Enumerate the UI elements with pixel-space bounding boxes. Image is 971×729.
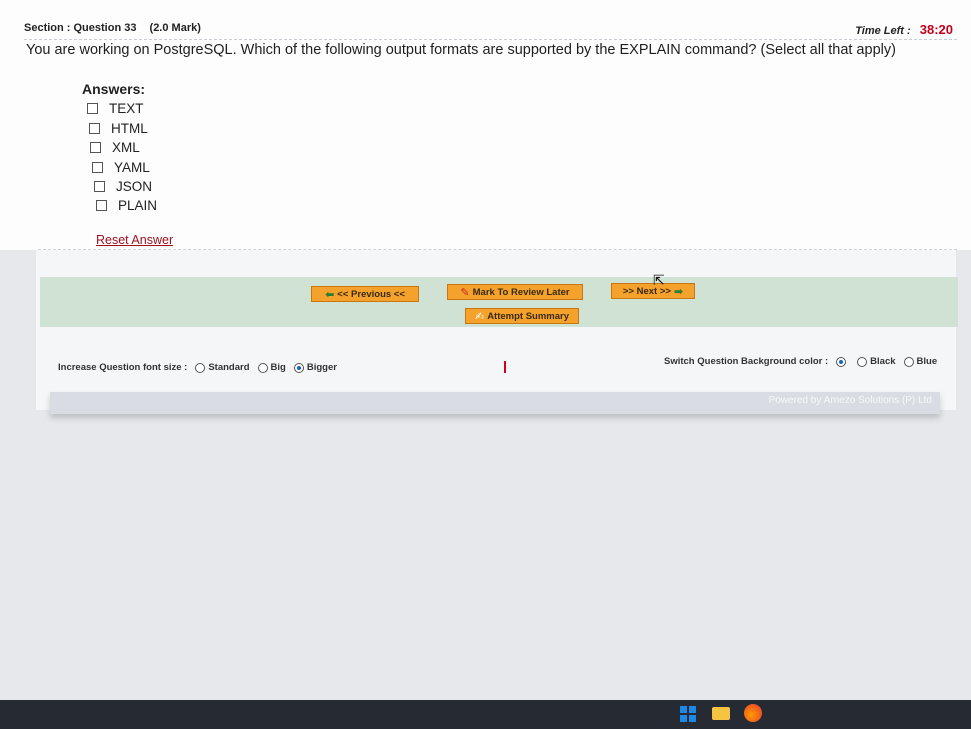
font-option-label: Standard — [208, 362, 250, 373]
bg-option-label: Blue — [916, 356, 938, 367]
file-explorer-icon[interactable] — [712, 707, 730, 720]
radio-standard[interactable] — [195, 362, 206, 373]
answer-option-json[interactable]: JSON — [94, 179, 152, 194]
radio-bigger[interactable] — [293, 362, 304, 373]
answer-label: PLAIN — [118, 198, 158, 213]
checkbox[interactable] — [89, 123, 100, 134]
document-icon: ✍ — [474, 310, 485, 323]
previous-button[interactable]: ⬅ << Previous << — [311, 286, 419, 302]
font-size-switcher: Increase Question font size : Standard B… — [58, 362, 337, 373]
attempt-summary-button[interactable]: ✍ Attempt Summary — [465, 308, 579, 324]
checkbox[interactable] — [90, 142, 101, 153]
arrow-left-icon: ⬅ — [325, 288, 335, 301]
exam-question-panel: Section : Question 33 (2.0 Mark) Time Le… — [0, 0, 971, 250]
previous-label: << Previous << — [337, 288, 405, 300]
mark-review-label: Mark To Review Later — [472, 286, 570, 298]
section-header: Section : Question 33 (2.0 Mark) — [24, 22, 201, 34]
checkbox[interactable] — [87, 103, 98, 114]
background-label: Switch Question Background color : — [664, 356, 829, 367]
attempt-summary-label: Attempt Summary — [487, 310, 570, 322]
divider — [38, 249, 957, 250]
font-option-label: Big — [270, 362, 286, 373]
checkbox[interactable] — [96, 200, 107, 211]
firefox-icon[interactable] — [744, 704, 762, 722]
checkbox[interactable] — [94, 181, 105, 192]
bg-option-label: Black — [870, 356, 896, 367]
answer-option-text[interactable]: TEXT — [87, 101, 144, 116]
arrow-right-icon: ➡ — [673, 285, 684, 298]
radio-black[interactable] — [857, 356, 868, 367]
divider — [24, 39, 957, 40]
mouse-pointer-icon: ⇱ — [653, 272, 665, 288]
mark-review-button[interactable]: ✎ Mark To Review Later — [447, 284, 583, 300]
section-label: Section : Question 33 — [24, 22, 137, 34]
time-left-label: Time Left : — [855, 25, 911, 37]
controls-area — [36, 250, 956, 410]
time-left-value: 38:20 — [919, 22, 953, 37]
font-option-label: Bigger — [306, 362, 337, 373]
answer-option-xml[interactable]: XML — [90, 140, 140, 155]
footer: Powered by Arnezo Solutions (P) Ltd — [50, 392, 940, 414]
windows-start-icon[interactable] — [680, 706, 696, 722]
answer-label: HTML — [111, 121, 148, 136]
timer: Time Left : 38:20 — [855, 22, 953, 37]
pencil-icon: ✎ — [460, 286, 470, 299]
reset-answer-link[interactable]: Reset Answer — [96, 233, 173, 247]
radio-big[interactable] — [257, 362, 268, 373]
checkbox[interactable] — [92, 162, 103, 173]
radio-default[interactable] — [836, 356, 847, 367]
answer-label: TEXT — [109, 101, 144, 116]
answer-label: XML — [112, 140, 140, 155]
answer-label: JSON — [116, 179, 153, 194]
answer-option-yaml[interactable]: YAML — [92, 160, 150, 175]
font-size-label: Increase Question font size : — [58, 362, 188, 373]
text-cursor — [504, 361, 506, 373]
answer-option-plain[interactable]: PLAIN — [96, 198, 157, 213]
background-color-switcher: Switch Question Background color : Black… — [664, 356, 937, 367]
answers-title: Answers: — [82, 81, 146, 97]
answer-option-html[interactable]: HTML — [89, 121, 148, 136]
powered-by-text: Powered by Arnezo Solutions (P) Ltd — [768, 395, 932, 406]
taskbar — [0, 700, 971, 729]
question-text: You are working on PostgreSQL. Which of … — [26, 42, 896, 58]
radio-blue[interactable] — [903, 356, 914, 367]
marks-label: (2.0 Mark) — [149, 22, 201, 34]
answer-label: YAML — [114, 160, 150, 175]
